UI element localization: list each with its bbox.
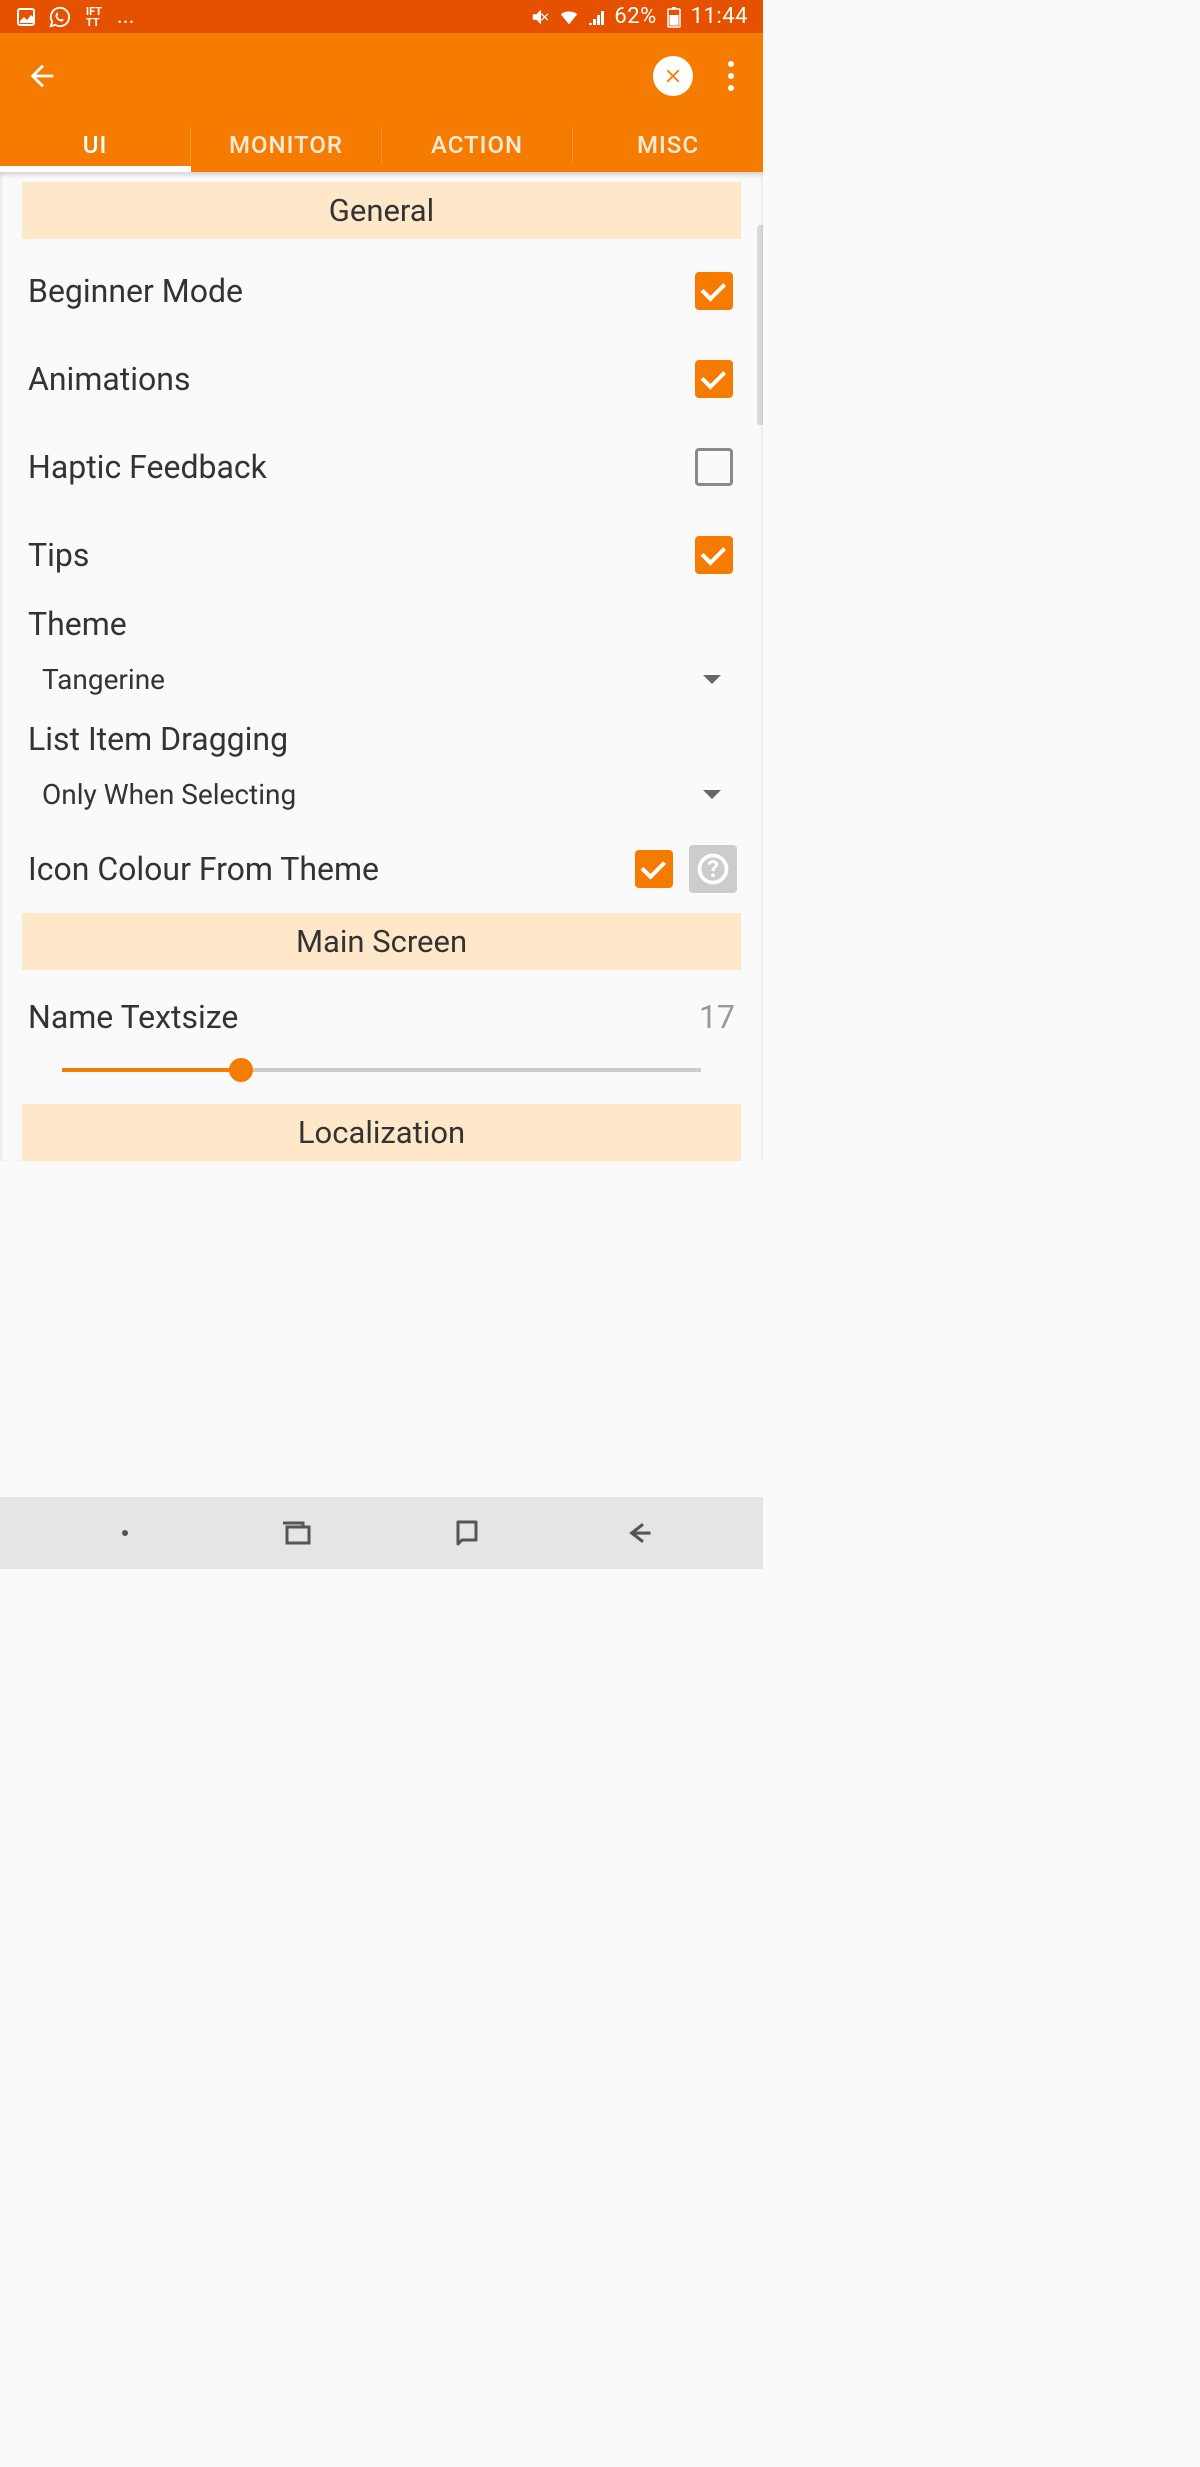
close-button[interactable] bbox=[653, 56, 693, 96]
signal-icon bbox=[586, 6, 608, 28]
name-textsize-slider[interactable] bbox=[62, 1050, 701, 1090]
tips-checkbox[interactable] bbox=[695, 536, 733, 574]
tab-indicator bbox=[0, 166, 191, 172]
back-button[interactable] bbox=[22, 56, 62, 96]
status-left: IFTTT ... bbox=[15, 4, 134, 29]
tab-misc[interactable]: MISC bbox=[573, 118, 763, 172]
section-general: General bbox=[22, 182, 741, 239]
name-textsize-label: Name Textsize bbox=[28, 998, 699, 1036]
icon-colour-label: Icon Colour From Theme bbox=[28, 850, 635, 888]
nav-back-button[interactable] bbox=[618, 1513, 658, 1553]
more-icon: ... bbox=[117, 4, 134, 29]
setting-beginner-mode[interactable]: Beginner Mode bbox=[0, 247, 763, 335]
setting-theme: Theme Tangerine bbox=[0, 599, 763, 714]
list-dragging-label: List Item Dragging bbox=[28, 720, 735, 758]
haptic-feedback-checkbox[interactable] bbox=[695, 448, 733, 486]
theme-value: Tangerine bbox=[42, 663, 703, 696]
status-bar: IFTTT ... 62% 11:44 bbox=[0, 0, 763, 33]
app-bar bbox=[0, 33, 763, 118]
status-right: 62% 11:44 bbox=[530, 4, 748, 29]
section-main-screen: Main Screen bbox=[22, 913, 741, 970]
icon-colour-checkbox[interactable] bbox=[635, 850, 673, 888]
ifttt-icon: IFTTT bbox=[83, 6, 105, 28]
battery-icon bbox=[663, 6, 685, 28]
setting-haptic-feedback[interactable]: Haptic Feedback bbox=[0, 423, 763, 511]
setting-list-dragging: List Item Dragging Only When Selecting bbox=[0, 714, 763, 829]
chevron-down-icon bbox=[703, 790, 721, 799]
setting-animations[interactable]: Animations bbox=[0, 335, 763, 423]
setting-tips[interactable]: Tips bbox=[0, 511, 763, 599]
content: General Beginner Mode Animations Haptic … bbox=[0, 172, 763, 1161]
haptic-feedback-label: Haptic Feedback bbox=[28, 448, 695, 486]
setting-icon-colour[interactable]: Icon Colour From Theme bbox=[0, 829, 763, 913]
clock: 11:44 bbox=[691, 4, 748, 29]
animations-checkbox[interactable] bbox=[695, 360, 733, 398]
wifi-icon bbox=[558, 6, 580, 28]
list-dragging-value: Only When Selecting bbox=[42, 778, 703, 811]
beginner-mode-label: Beginner Mode bbox=[28, 272, 695, 310]
tabs: UI MONITOR ACTION MISC bbox=[0, 118, 763, 172]
mute-icon bbox=[530, 6, 552, 28]
animations-label: Animations bbox=[28, 360, 695, 398]
beginner-mode-checkbox[interactable] bbox=[695, 272, 733, 310]
setting-name-textsize: Name Textsize 17 bbox=[0, 978, 763, 1098]
name-textsize-value: 17 bbox=[699, 998, 735, 1036]
chevron-down-icon bbox=[703, 675, 721, 684]
help-button[interactable] bbox=[689, 845, 737, 893]
nav-recents-button[interactable] bbox=[276, 1513, 316, 1553]
tab-action[interactable]: ACTION bbox=[382, 118, 572, 172]
nav-bar bbox=[0, 1497, 763, 1569]
list-dragging-dropdown[interactable]: Only When Selecting bbox=[28, 774, 735, 825]
whatsapp-icon bbox=[49, 6, 71, 28]
theme-label: Theme bbox=[28, 605, 735, 643]
battery-percent: 62% bbox=[614, 4, 656, 29]
nav-home-button[interactable] bbox=[447, 1513, 487, 1553]
scrollbar[interactable] bbox=[757, 225, 763, 425]
nav-dot[interactable] bbox=[105, 1513, 145, 1553]
tab-monitor[interactable]: MONITOR bbox=[191, 118, 381, 172]
tab-ui[interactable]: UI bbox=[0, 118, 190, 172]
image-icon bbox=[15, 6, 37, 28]
tips-label: Tips bbox=[28, 536, 695, 574]
section-localization: Localization bbox=[22, 1104, 741, 1161]
overflow-menu-button[interactable] bbox=[721, 61, 741, 91]
theme-dropdown[interactable]: Tangerine bbox=[28, 659, 735, 710]
